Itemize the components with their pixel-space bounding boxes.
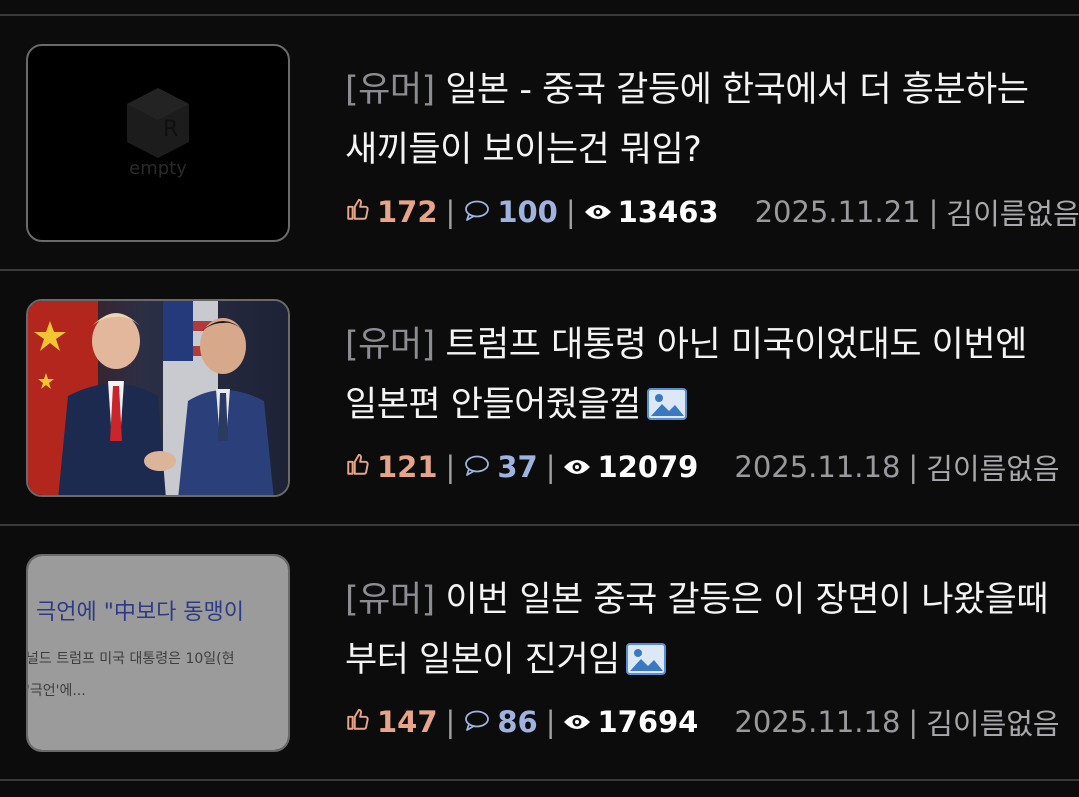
post-title[interactable]: [유머] 트럼프 대통령 아닌 미국이었대도 이번엔 일본편 안들어줬을껄 <box>345 315 1060 439</box>
view-count: 12079 <box>597 450 699 484</box>
list-item[interactable]: 극언에 "中보다 동맹이 널드 트럼프 미국 대통령은 10일(현 '극언'에.… <box>0 526 1079 780</box>
comment-count: 37 <box>497 450 538 484</box>
post-thumbnail[interactable]: R empty <box>26 44 290 242</box>
separator: | <box>565 195 576 229</box>
post-title[interactable]: [유머] 일본 - 중국 갈등에 한국에서 더 흥분하는 새끼들이 보이는건 뭐… <box>345 60 1060 180</box>
separator: | <box>445 450 456 484</box>
separator: | <box>445 195 456 229</box>
view-count: 13463 <box>617 195 719 229</box>
post-date: 2025.11.18 <box>734 705 901 739</box>
thumbs-up-icon <box>345 705 371 739</box>
empty-placeholder-icon: R <box>127 88 189 158</box>
view-count: 17694 <box>597 705 699 739</box>
list-item[interactable]: [유머] 트럼프 대통령 아닌 미국이었대도 이번엔 일본편 안들어줬을껄 12… <box>0 271 1079 525</box>
separator: | <box>928 195 939 229</box>
like-count: 147 <box>377 705 438 739</box>
eye-icon <box>563 705 591 739</box>
separator: | <box>545 705 556 739</box>
like-count: 172 <box>377 195 438 229</box>
thumbnail-text-line: 널드 트럼프 미국 대통령은 10일(현 <box>26 651 235 667</box>
post-author[interactable]: 김이름없음 <box>926 446 1059 488</box>
comment-bubble-icon <box>463 195 491 229</box>
divider-bottom <box>0 779 1079 781</box>
thumbs-up-icon <box>345 450 371 484</box>
list-item[interactable]: R empty [유머] 일본 - 중국 갈등에 한국에서 더 흥분하는 새끼들… <box>0 16 1079 270</box>
image-icon <box>646 379 687 439</box>
eye-icon <box>563 450 591 484</box>
post-title[interactable]: [유머] 이번 일본 중국 갈등은 이 장면이 나왔을때부터 일본이 진거임 <box>345 570 1060 694</box>
like-count: 121 <box>377 450 438 484</box>
svg-text:R: R <box>163 117 178 142</box>
post-author[interactable]: 김이름없음 <box>926 701 1059 743</box>
comment-bubble-icon <box>463 705 491 739</box>
comment-bubble-icon <box>463 450 491 484</box>
comment-count: 100 <box>497 195 558 229</box>
thumbnail-text-line: '극언'에... <box>26 683 86 699</box>
eye-icon <box>584 195 612 229</box>
post-category: [유머] <box>345 580 435 620</box>
post-meta: 172 | 100 | 13463 2025.11.21 | 김이름없음 <box>345 192 1079 232</box>
post-author[interactable]: 김이름없음 <box>946 191 1079 233</box>
post-category: [유머] <box>345 325 435 365</box>
comment-count: 86 <box>497 705 538 739</box>
post-meta: 121 | 37 | 12079 2025.11.18 | 김이름없음 <box>345 447 1060 487</box>
separator: | <box>908 705 919 739</box>
post-thumbnail[interactable]: 극언에 "中보다 동맹이 널드 트럼프 미국 대통령은 10일(현 '극언'에.… <box>26 554 290 752</box>
separator: | <box>908 450 919 484</box>
post-category: [유머] <box>345 70 435 110</box>
post-title-text[interactable]: 일본 - 중국 갈등에 한국에서 더 흥분하는 새끼들이 보이는건 뭐임? <box>345 70 1029 170</box>
empty-label: empty <box>129 158 187 179</box>
image-icon <box>625 634 666 694</box>
thumbnail-headline: 극언에 "中보다 동맹이 <box>36 600 245 625</box>
separator: | <box>545 450 556 484</box>
post-meta: 147 | 86 | 17694 2025.11.18 | 김이름없음 <box>345 702 1060 742</box>
photo-illustration <box>28 301 274 495</box>
separator: | <box>445 705 456 739</box>
post-thumbnail[interactable] <box>26 299 290 497</box>
post-title-text[interactable]: 이번 일본 중국 갈등은 이 장면이 나왔을때부터 일본이 진거임 <box>345 580 1049 680</box>
post-date: 2025.11.21 <box>754 195 921 229</box>
thumbs-up-icon <box>345 195 371 229</box>
post-date: 2025.11.18 <box>734 450 901 484</box>
